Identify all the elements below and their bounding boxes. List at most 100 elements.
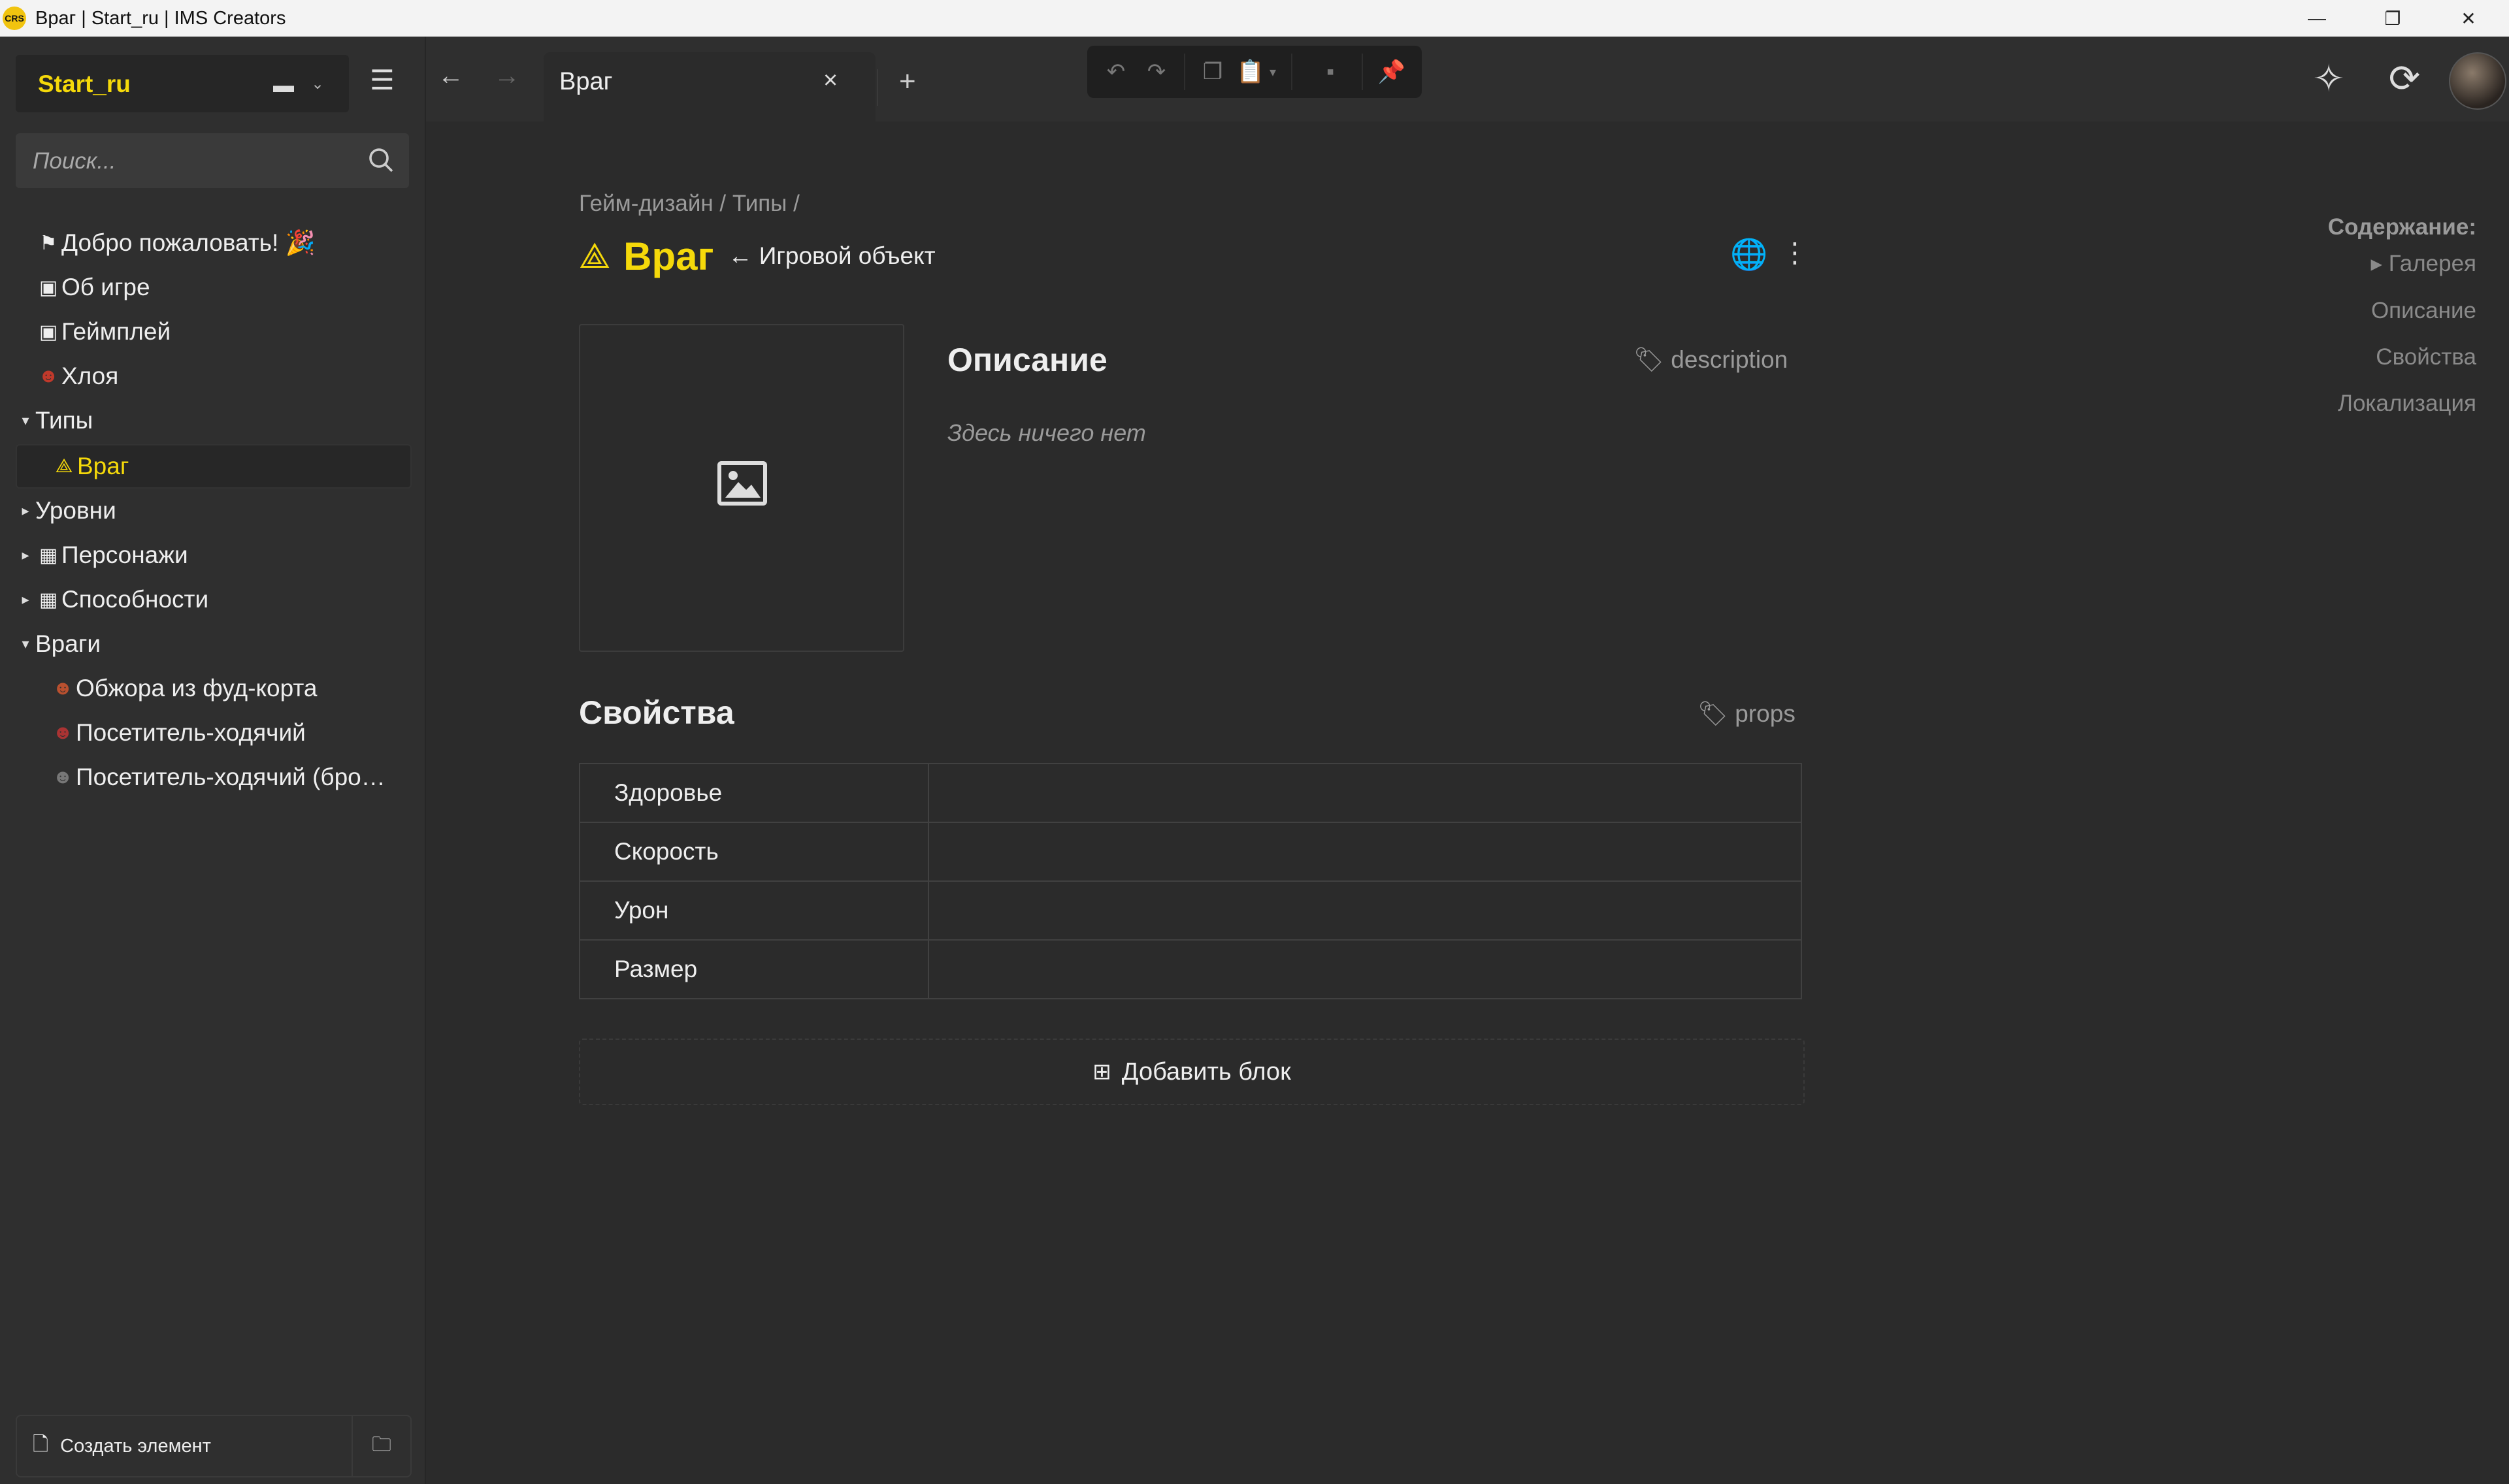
more-options-icon[interactable]: ⋮ [1781, 236, 1809, 268]
undo-icon[interactable]: ↶ [1100, 56, 1132, 88]
tree-item-food-court-glutton[interactable]: ☻ Обжора из фуд-корта [16, 668, 409, 709]
back-arrow-icon[interactable]: ← [438, 61, 464, 91]
redo-icon[interactable]: ↷ [1141, 56, 1172, 88]
user-avatar[interactable] [2449, 52, 2506, 110]
menu-icon[interactable]: ☰ [370, 64, 395, 96]
new-tab-button[interactable]: + [899, 65, 916, 98]
chevron-right-icon[interactable]: ▸ [16, 547, 35, 564]
tree-item-welcome[interactable]: ⚑ Добро пожаловать! 🎉 [16, 222, 409, 264]
prop-key: Здоровье [579, 763, 929, 823]
tree-item-label: Враги [35, 630, 101, 657]
prop-value[interactable] [928, 763, 1802, 823]
tree-item-label: Персонажи [61, 541, 188, 568]
props-tag[interactable]: 🏷 props [1697, 700, 1796, 728]
tree-item-walking-visitor[interactable]: ☻ Посетитель-ходячий [16, 712, 409, 754]
chevron-down-icon[interactable]: ▾ [1264, 56, 1282, 88]
ai-sparkle-icon[interactable]: ✧ [2305, 55, 2352, 102]
project-selector[interactable]: Start_ru ▬ ⌄ [16, 55, 349, 112]
sidebar: Start_ru ▬ ⌄ ☰ ⚑ Добро пожаловать! 🎉 ▣ О… [0, 37, 426, 1484]
maximize-button[interactable]: ❐ [2355, 0, 2431, 37]
tree-item-characters[interactable]: ▸ ▦ Персонажи [16, 534, 409, 576]
search-icon[interactable] [366, 145, 397, 176]
tree-item-label: Посетитель-ходячий [76, 719, 306, 746]
tree-item-gameplay[interactable]: ▣ Геймплей [16, 311, 409, 353]
tree-item-levels[interactable]: ▸ Уровни [16, 490, 409, 532]
table-icon: ▦ [39, 544, 58, 566]
props-tag-label: props [1735, 700, 1796, 727]
gallery-image-placeholder[interactable] [579, 324, 904, 652]
chevron-right-icon[interactable]: ▸ [16, 591, 35, 608]
minimize-button[interactable]: — [2279, 0, 2355, 37]
table-row: Здоровье [579, 763, 1802, 823]
character-avatar-icon: ☻ [52, 766, 73, 788]
edit-toolbar: ↶ ↷ ❐ 📋 ▾ ▪ 📌 [1087, 46, 1422, 98]
save-icon[interactable]: ▪ [1315, 56, 1346, 88]
sync-icon[interactable]: ⟳ [2381, 55, 2428, 102]
prop-value[interactable] [928, 822, 1802, 882]
tree-item-label: Уровни [35, 497, 116, 524]
create-element-button[interactable]: 🗋 Создать элемент [16, 1415, 353, 1477]
app-logo-icon: CRS [3, 7, 26, 30]
description-empty-text[interactable]: Здесь ничего нет [947, 419, 1146, 447]
close-window-button[interactable]: ✕ [2431, 0, 2506, 37]
window-title: Враг | Start_ru | IMS Creators [35, 8, 286, 29]
copy-icon[interactable]: ❐ [1197, 56, 1228, 88]
chevron-right-icon[interactable]: ▸ [16, 502, 35, 519]
tree-item-label: Обжора из фуд-корта [76, 675, 318, 702]
top-toolbar: ← → Враг × + ↶ ↷ ❐ 📋 ▾ ▪ 📌 ✧ ⟳ [426, 37, 2509, 121]
table-row: Размер [579, 939, 1802, 999]
tree-item-abilities[interactable]: ▸ ▦ Способности [16, 579, 409, 621]
tree-item-enemy-type[interactable]: ⟁ Враг [16, 444, 412, 489]
description-tag[interactable]: 🏷 description [1633, 346, 1788, 374]
character-avatar-icon: ☻ [52, 677, 73, 699]
tab-enemy[interactable]: Враг × [544, 52, 876, 121]
paste-icon[interactable]: 📋 [1235, 56, 1266, 88]
tree-item-label: Геймплей [61, 318, 171, 345]
tree-item-label: Хлоя [61, 363, 119, 389]
monitor-icon: ▬ [273, 73, 294, 97]
toc-item-gallery[interactable]: ▸ Галерея [2370, 251, 2476, 277]
new-folder-icon: 🗀 [372, 1433, 391, 1455]
tree-item-walking-visitor-2[interactable]: ☻ Посетитель-ходячий (бро… [16, 756, 409, 798]
pin-icon[interactable]: 📌 [1376, 56, 1407, 88]
document-icon: ▣ [39, 276, 58, 298]
tree-item-about[interactable]: ▣ Об игре [16, 266, 409, 308]
globe-icon[interactable]: 🌐 [1730, 236, 1767, 272]
breadcrumb[interactable]: Гейм-дизайн / Типы / [579, 191, 800, 217]
document-icon: ▣ [39, 321, 58, 343]
toolbar-divider [1291, 54, 1292, 90]
prop-key: Урон [579, 880, 929, 941]
chevron-down-icon[interactable]: ▾ [16, 412, 35, 429]
shapes-icon: ⟁ [55, 455, 73, 477]
add-block-button[interactable]: ⊞ Добавить блок [579, 1039, 1805, 1105]
search-input[interactable] [31, 133, 361, 189]
character-avatar-icon: ☻ [38, 365, 59, 387]
prop-value[interactable] [928, 880, 1802, 941]
prop-key: Размер [579, 939, 929, 999]
chevron-down-icon: ⌄ [311, 75, 325, 93]
tree-item-types[interactable]: ▾ Типы [16, 400, 409, 442]
toolbar-divider [1362, 54, 1363, 90]
tab-label: Враг [559, 68, 613, 95]
tree-item-label: Посетитель-ходячий (бро… [76, 764, 385, 790]
tree-item-chloe[interactable]: ☻ Хлоя [16, 355, 409, 397]
forward-arrow-icon[interactable]: → [494, 61, 520, 91]
flag-icon: ⚑ [39, 232, 57, 254]
new-folder-button[interactable]: 🗀 [352, 1415, 412, 1477]
window-title-bar: CRS Враг | Start_ru | IMS Creators — ❐ ✕ [0, 0, 2509, 37]
toc-item-description[interactable]: Описание [2371, 298, 2476, 324]
add-block-label: Добавить блок [1121, 1057, 1291, 1086]
description-tag-label: description [1671, 346, 1788, 373]
create-element-label: Создать элемент [60, 1435, 211, 1457]
parent-type-link[interactable]: ← Игровой объект [729, 242, 936, 270]
new-file-icon: 🗋 [33, 1433, 49, 1455]
prop-value[interactable] [928, 939, 1802, 999]
toc-item-props[interactable]: Свойства [2376, 344, 2476, 370]
page-title[interactable]: Враг [623, 234, 713, 279]
close-tab-icon[interactable]: × [823, 67, 838, 95]
tree-item-enemies[interactable]: ▾ Враги [16, 623, 409, 665]
toolbar-divider [1184, 54, 1185, 90]
chevron-down-icon[interactable]: ▾ [16, 636, 35, 653]
search-box [16, 133, 409, 189]
toc-item-localization[interactable]: Локализация [2338, 391, 2476, 417]
